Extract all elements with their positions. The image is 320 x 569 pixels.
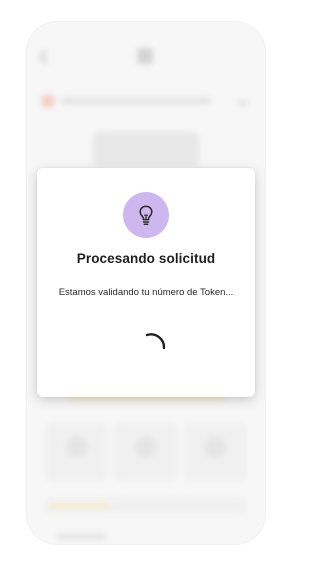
lightbulb-icon-badge [123,192,169,238]
background-banner [41,92,251,110]
banner-alert-icon [41,94,55,108]
background-row [45,496,247,516]
background-tile [45,422,109,482]
loading-spinner-icon [145,333,166,350]
chevron-down-icon [237,95,249,107]
background-tiles [45,422,247,482]
dialog-title: Procesando solicitud [76,251,216,266]
screen: Procesando solicitud Estamos validando t… [0,0,291,569]
background-tile [183,422,247,482]
background-footer-text [57,534,107,539]
app-logo-icon [137,48,153,64]
banner-text-placeholder [61,98,211,104]
background-tile [114,422,178,482]
back-arrow-icon [38,49,54,65]
background-row-highlight [49,503,109,509]
lightbulb-icon [139,205,153,225]
dialog-message: Estamos validando tu número de Token... [58,287,234,298]
background-card [93,132,199,166]
processing-dialog: Procesando solicitud Estamos validando t… [37,168,255,397]
